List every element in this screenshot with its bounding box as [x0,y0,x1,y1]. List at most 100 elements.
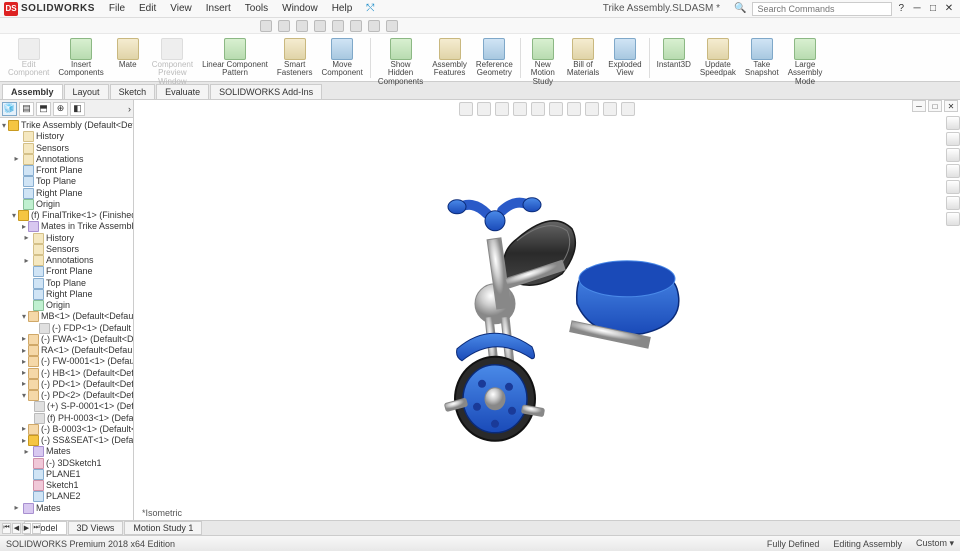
hide-show-icon[interactable] [567,102,581,116]
tree-root[interactable]: ▾Trike Assembly (Default<Default_Display… [0,120,133,131]
bt-first-icon[interactable]: ⏮ [2,523,11,534]
menu-view[interactable]: View [164,1,198,16]
prev-view-icon[interactable] [495,102,509,116]
search-input[interactable] [752,2,892,16]
tab-evaluate[interactable]: Evaluate [156,84,209,99]
menu-tools[interactable]: Tools [239,1,274,16]
tree-item[interactable]: ▸Mates [0,503,133,514]
ribbon-linear-component-pattern[interactable]: Linear ComponentPattern [198,36,272,80]
menu-window[interactable]: Window [276,1,324,16]
tree-item[interactable]: ▸(-) B-0003<1> (Default<<Default>_ [0,424,133,435]
qat-undo-icon[interactable] [332,20,344,32]
tree-item[interactable]: Front Plane [0,165,133,176]
tree-item[interactable]: ▸Mates in Trike Assembly [0,221,133,232]
qat-save-icon[interactable] [296,20,308,32]
tree-item[interactable]: PLANE1 [0,469,133,480]
tree-item[interactable]: (+) S-P-0001<1> (Default) [0,401,133,412]
vp-max-icon[interactable]: □ [928,100,942,112]
vp-min-icon[interactable]: ─ [912,100,926,112]
tree-tab-display-icon[interactable]: ◧ [70,102,85,116]
edit-appearance-icon[interactable] [585,102,599,116]
vp-close-icon[interactable]: ✕ [944,100,958,112]
tree-item[interactable]: ▾(-) PD<2> (Default<Default_Displa [0,390,133,401]
minimize-button[interactable]: ─ [910,2,924,16]
close-button[interactable]: ✕ [942,2,956,16]
ribbon-instant3d[interactable]: Instant3D [653,36,695,71]
tree-item[interactable]: Origin [0,199,133,210]
tree-item[interactable]: ▸Annotations [0,255,133,266]
qat-select-icon[interactable] [350,20,362,32]
view-settings-icon[interactable] [621,102,635,116]
tree-tab-dim-icon[interactable]: ⊕ [53,102,68,116]
menu-edit[interactable]: Edit [133,1,162,16]
tab-sketch[interactable]: Sketch [110,84,156,99]
tab-solidworks-add-ins[interactable]: SOLIDWORKS Add-Ins [210,84,322,99]
tree-item[interactable]: ▸(-) FW-0001<1> (Default<Default_D [0,356,133,367]
task-view-icon[interactable] [946,164,960,178]
ribbon-move-component[interactable]: MoveComponent [317,36,366,80]
tree-item[interactable]: Origin [0,300,133,311]
tree-item[interactable]: ▸Mates [0,446,133,457]
bt-prev-icon[interactable]: ◀ [12,523,21,534]
menu-pin-icon[interactable]: ⤲ [360,1,380,16]
ribbon-take-snapshot[interactable]: TakeSnapshot [741,36,783,80]
tab-layout[interactable]: Layout [64,84,109,99]
tree-item[interactable]: Right Plane [0,289,133,300]
task-expl-icon[interactable] [946,148,960,162]
menu-insert[interactable]: Insert [200,1,237,16]
tree-item[interactable]: ▸RA<1> (Default<Default_Display St [0,345,133,356]
view-orient-icon[interactable] [531,102,545,116]
qat-rebuild-icon[interactable] [368,20,380,32]
bt-next-icon[interactable]: ▶ [22,523,31,534]
maximize-button[interactable]: □ [926,2,940,16]
ribbon-insert-components[interactable]: InsertComponents [54,36,107,80]
tree-item[interactable]: ▾MB<1> (Default<Default_Display S [0,311,133,322]
ribbon-assembly-features[interactable]: AssemblyFeatures [428,36,471,80]
tree-item[interactable]: Front Plane [0,266,133,277]
qat-print-icon[interactable] [314,20,326,32]
task-res-icon[interactable] [946,116,960,130]
section-view-icon[interactable] [513,102,527,116]
tree-item[interactable]: Sensors [0,143,133,154]
tree-item[interactable]: Top Plane [0,278,133,289]
tree-flyout-icon[interactable]: › [128,104,131,114]
bottom-tab-3d-views[interactable]: 3D Views [68,521,124,535]
ribbon-update-speedpak[interactable]: UpdateSpeedpak [696,36,740,80]
qat-open-icon[interactable] [278,20,290,32]
tree-tab-property-icon[interactable]: ▤ [19,102,34,116]
ribbon-mate[interactable]: Mate [109,36,147,71]
tree-item[interactable]: ▸(-) PD<1> (Default<Default_Displa [0,379,133,390]
task-forum-icon[interactable] [946,212,960,226]
tree-item[interactable]: (-) 3DSketch1 [0,458,133,469]
tree-item[interactable]: ▸History [0,233,133,244]
tree-item[interactable]: History [0,131,133,142]
display-style-icon[interactable] [549,102,563,116]
ribbon-exploded-view[interactable]: ExplodedView [604,36,645,80]
zoom-area-icon[interactable] [477,102,491,116]
tree-item[interactable]: ▸(-) SS&SEAT<1> (Default<Default_D [0,435,133,446]
ribbon-show-hidden-components[interactable]: ShowHiddenComponents [374,36,427,88]
tree-item[interactable]: PLANE2 [0,491,133,502]
viewport[interactable]: ─ □ ✕ [134,100,960,520]
tree-item[interactable]: Right Plane [0,188,133,199]
menu-file[interactable]: File [103,1,131,16]
task-lib-icon[interactable] [946,132,960,146]
tree-tab-config-icon[interactable]: ⬒ [36,102,51,116]
tree-item[interactable]: ▸(-) HB<1> (Default<Default_Displa [0,368,133,379]
task-prop-icon[interactable] [946,196,960,210]
tree-item[interactable]: (-) FDP<1> (Default [0,323,133,334]
qat-options-icon[interactable] [386,20,398,32]
tree-item[interactable]: ▾(f) FinalTrike<1> (Finished<SSM>) [0,210,133,221]
task-appear-icon[interactable] [946,180,960,194]
ribbon-new-motion-study[interactable]: NewMotionStudy [524,36,562,88]
menu-help[interactable]: Help [326,1,359,16]
zoom-fit-icon[interactable] [459,102,473,116]
ribbon-large-assembly-mode[interactable]: LargeAssemblyMode [784,36,827,88]
qat-new-icon[interactable] [260,20,272,32]
tree-item[interactable]: Sensors [0,244,133,255]
tree-item[interactable]: ▸Annotations [0,154,133,165]
tree-item[interactable]: (f) PH-0003<1> (Default) [0,413,133,424]
help-icon[interactable]: ? [898,3,904,14]
bottom-tab-motion-study-1[interactable]: Motion Study 1 [124,521,202,535]
apply-scene-icon[interactable] [603,102,617,116]
